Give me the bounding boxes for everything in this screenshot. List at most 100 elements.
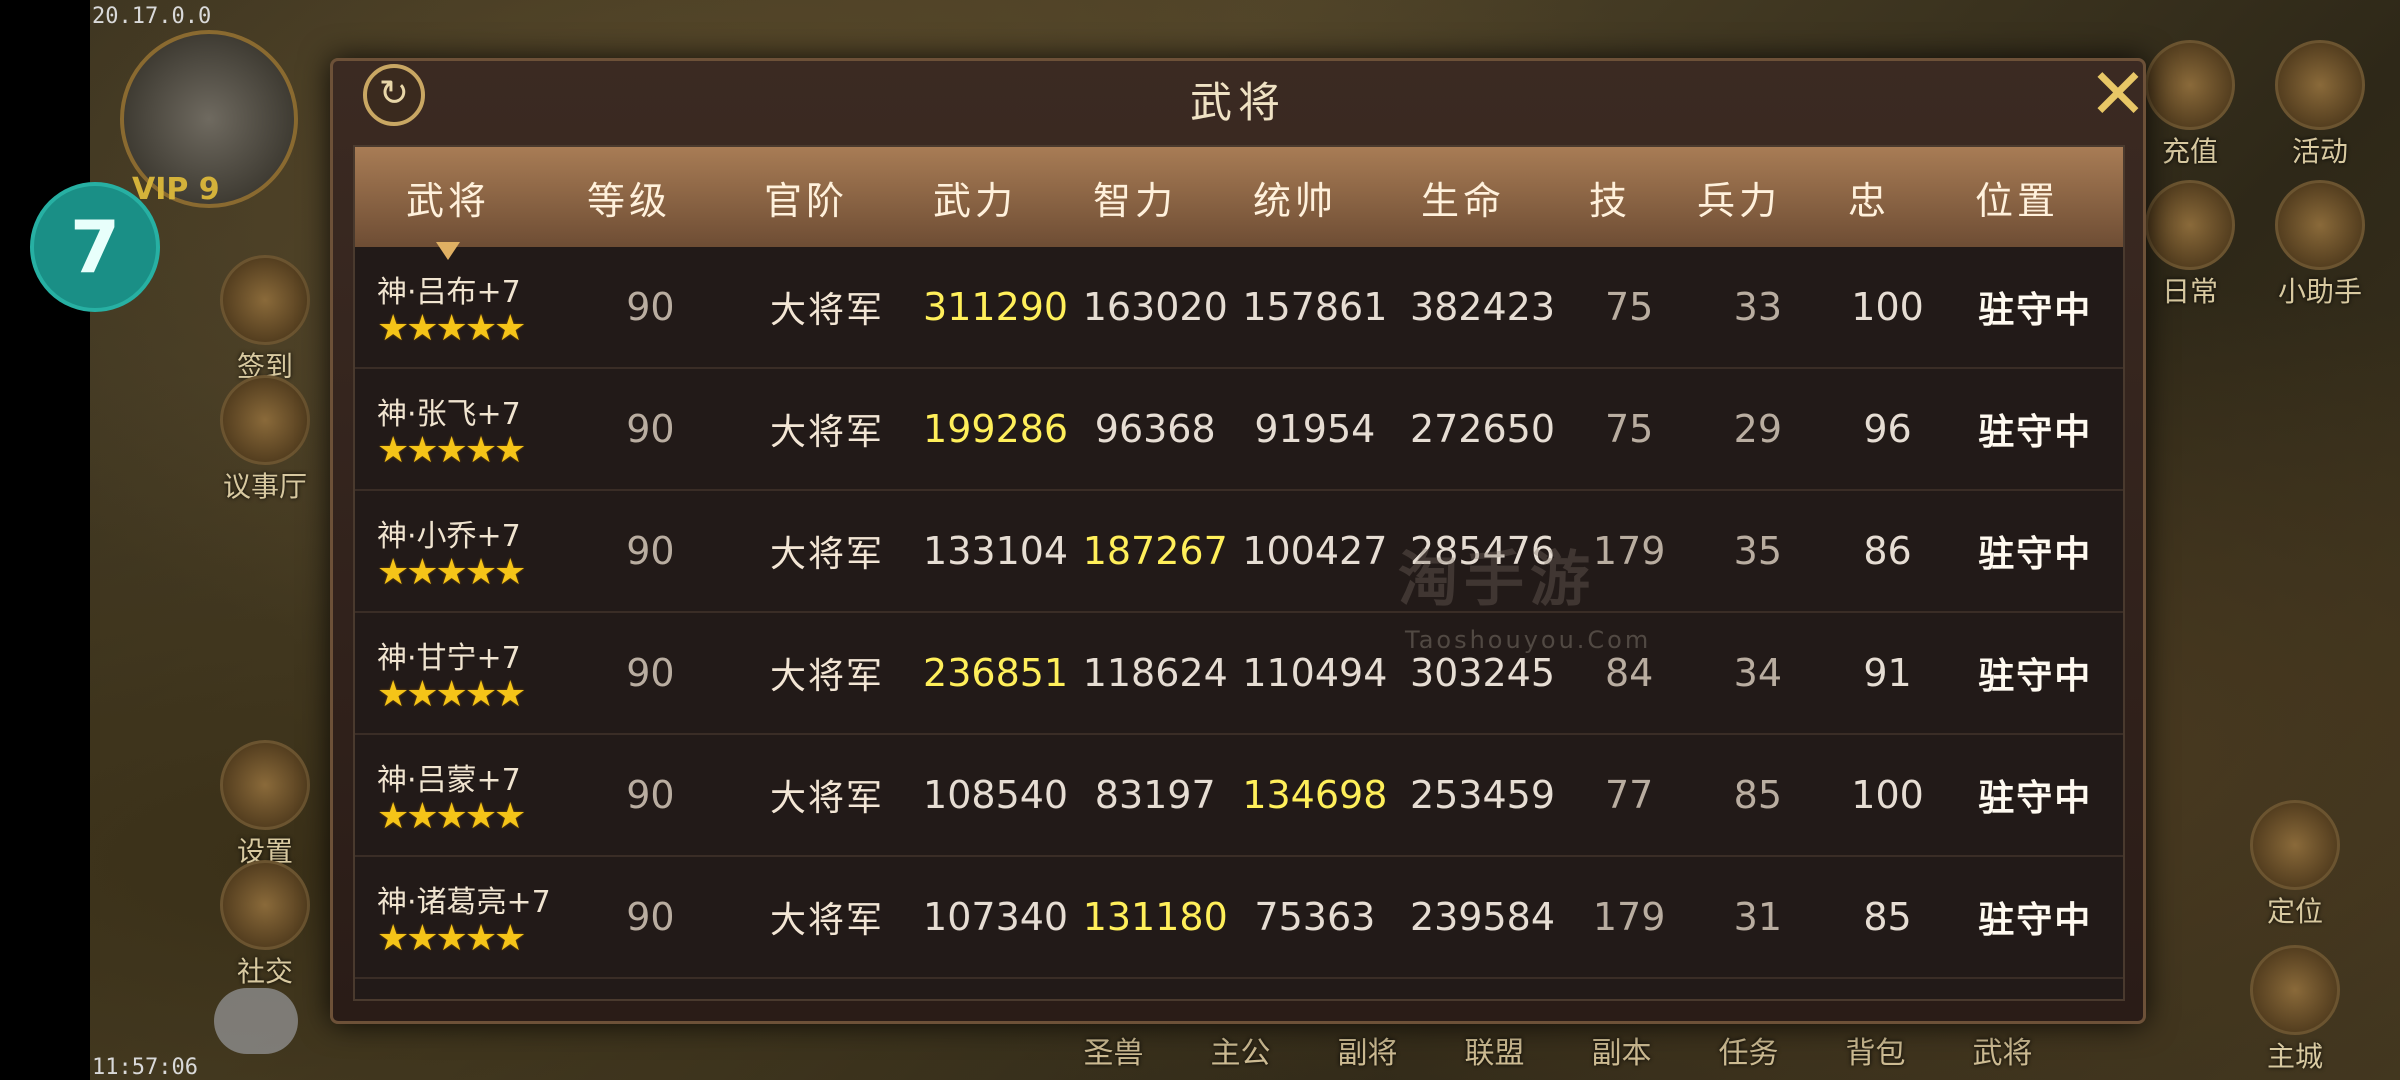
cell-loyalty: 100	[1851, 285, 1924, 329]
cell-command: 110494	[1242, 651, 1388, 695]
generals-table: 武将 等级 官阶 武力 智力 统帅 生命 技 兵力 忠 位置 神·吕布+7 ★★★…	[353, 145, 2125, 1001]
header-command[interactable]: 统帅	[1215, 170, 1375, 225]
nav-quest[interactable]: 任务	[1685, 1028, 1812, 1072]
cell-troops: 31	[1733, 895, 1783, 939]
cell-force: 108540	[923, 773, 1069, 817]
cell-position: 驻守中	[1978, 778, 2093, 819]
cell-troops: 34	[1733, 651, 1783, 695]
nav-lord[interactable]: 主公	[1177, 1028, 1304, 1072]
nav-beast[interactable]: 圣兽	[1050, 1028, 1177, 1072]
recharge-icon	[2145, 40, 2235, 130]
cell-position: 驻守中	[1978, 290, 2093, 331]
council-hall-button[interactable]: 议事厅	[215, 375, 315, 505]
cell-intel: 96368	[1094, 407, 1216, 451]
recharge-button[interactable]: 充值	[2140, 40, 2240, 170]
table-row[interactable]: 神·小乔+7 ★★★★★ 90 大将军 133104 187267 100427 285476…	[355, 491, 2123, 613]
cell-level: 90	[626, 529, 675, 573]
general-name-cell: 神·甘宁+7 ★★★★★	[355, 633, 563, 713]
cell-loyalty: 100	[1851, 773, 1924, 817]
cell-troops: 85	[1733, 773, 1783, 817]
header-life[interactable]: 生命	[1375, 170, 1551, 225]
general-name-cell: 神·吕蒙+7 ★★★★★	[355, 755, 563, 835]
table-row[interactable]: 神·诸葛亮+7 ★★★★★ 90 大将军 107340 131180 75363 239584…	[355, 857, 2123, 979]
header-force[interactable]: 武力	[895, 170, 1055, 225]
table-row[interactable]: 神·甘宁+7 ★★★★★ 90 大将军 236851 118624 110494 303245…	[355, 613, 2123, 735]
header-rank[interactable]: 官阶	[717, 170, 895, 225]
cell-rank: 大将军	[769, 290, 884, 331]
cell-life: 272650	[1409, 407, 1556, 451]
cell-loyalty: 96	[1863, 407, 1912, 451]
header-loyalty[interactable]: 忠	[1809, 170, 1929, 225]
cell-life: 382423	[1409, 285, 1556, 329]
locate-button[interactable]: 定位	[2245, 800, 2345, 930]
cell-command: 91954	[1254, 407, 1376, 451]
castle-icon	[2250, 945, 2340, 1035]
nav-generals[interactable]: 武将	[1939, 1028, 2066, 1072]
nav-alliance[interactable]: 联盟	[1431, 1028, 1558, 1072]
star-rating-icon: ★★★★★	[377, 674, 526, 715]
header-skill[interactable]: 技	[1551, 170, 1669, 225]
table-row[interactable]: 神·吕蒙+7 ★★★★★ 90 大将军 108540 83197 134698 253459 7…	[355, 735, 2123, 857]
cell-force: 133104	[923, 529, 1069, 573]
general-name: 神·小乔+7	[377, 519, 521, 554]
table-row[interactable]: 神·张飞+7 ★★★★★ 90 大将军 199286 96368 91954 272650 75…	[355, 369, 2123, 491]
daily-button[interactable]: 日常	[2140, 180, 2240, 310]
star-rating-icon: ★★★★★	[377, 430, 526, 471]
header-troops[interactable]: 兵力	[1669, 170, 1809, 225]
vip-badge: VIP 9	[132, 172, 220, 207]
table-row[interactable]: 神·吕布+7 ★★★★★ 90 大将军 311290 163020 157861 382423…	[355, 247, 2123, 369]
general-name-cell: 神·诸葛亮+7 ★★★★★	[355, 877, 563, 957]
star-rating-icon: ★★★★★	[377, 308, 526, 349]
cell-intel: 163020	[1082, 285, 1228, 329]
cell-life: 253459	[1409, 773, 1556, 817]
nav-bag[interactable]: 背包	[1812, 1028, 1939, 1072]
clock-text: 11:57:06	[92, 1055, 198, 1080]
cell-life: 303245	[1409, 651, 1556, 695]
star-rating-icon: ★★★★★	[377, 918, 526, 959]
header-general[interactable]: 武将	[355, 170, 541, 260]
header-intel[interactable]: 智力	[1055, 170, 1215, 225]
cell-command: 75363	[1254, 895, 1376, 939]
helper-button[interactable]: 小助手	[2270, 180, 2370, 310]
activity-button[interactable]: 活动	[2270, 40, 2370, 170]
cell-command: 134698	[1242, 773, 1388, 817]
cell-position: 驻守中	[1978, 656, 2093, 697]
cell-force: 199286	[923, 407, 1069, 451]
close-icon[interactable]: ✕	[2083, 59, 2153, 129]
cell-rank: 大将军	[769, 778, 884, 819]
cell-intel: 187267	[1082, 529, 1228, 573]
cell-skill: 75	[1604, 407, 1654, 451]
chat-icon[interactable]	[214, 988, 298, 1054]
cell-level: 90	[626, 895, 675, 939]
cell-position: 驻守中	[1978, 534, 2093, 575]
refresh-icon[interactable]: ↻	[363, 64, 425, 126]
cell-loyalty: 91	[1863, 651, 1912, 695]
cell-level: 90	[626, 285, 675, 329]
cell-command: 157861	[1242, 285, 1388, 329]
cell-rank: 大将军	[769, 656, 884, 697]
cell-level: 90	[626, 773, 675, 817]
nav-dungeon[interactable]: 副本	[1558, 1028, 1685, 1072]
location-pin-icon	[2250, 800, 2340, 890]
checkin-button[interactable]: 签到	[215, 255, 315, 385]
main-city-button[interactable]: 主城	[2245, 945, 2345, 1075]
watermark-sub: Taoshouyou.Com	[1405, 626, 1652, 654]
general-name: 神·甘宁+7	[377, 641, 521, 676]
header-position[interactable]: 位置	[1929, 170, 2105, 225]
cell-position: 驻守中	[1978, 412, 2093, 453]
header-level[interactable]: 等级	[541, 170, 717, 225]
social-button[interactable]: 社交	[215, 860, 315, 990]
settings-button[interactable]: 设置	[215, 740, 315, 870]
hall-icon	[220, 375, 310, 465]
gear-icon	[220, 740, 310, 830]
nav-deputy[interactable]: 副将	[1304, 1028, 1431, 1072]
cell-loyalty: 86	[1863, 529, 1912, 573]
general-name: 神·诸葛亮+7	[377, 885, 551, 920]
cell-skill: 179	[1592, 895, 1666, 939]
watermark: 淘手游	[1398, 545, 1596, 615]
floating-assist-badge[interactable]: 7	[30, 182, 160, 312]
cell-level: 90	[626, 651, 675, 695]
bottom-nav: 圣兽 主公 副将 联盟 副本 任务 背包 武将	[1050, 1028, 2066, 1072]
general-name-cell: 神·张飞+7 ★★★★★	[355, 389, 563, 469]
panel-title: 武将	[1189, 78, 1286, 127]
